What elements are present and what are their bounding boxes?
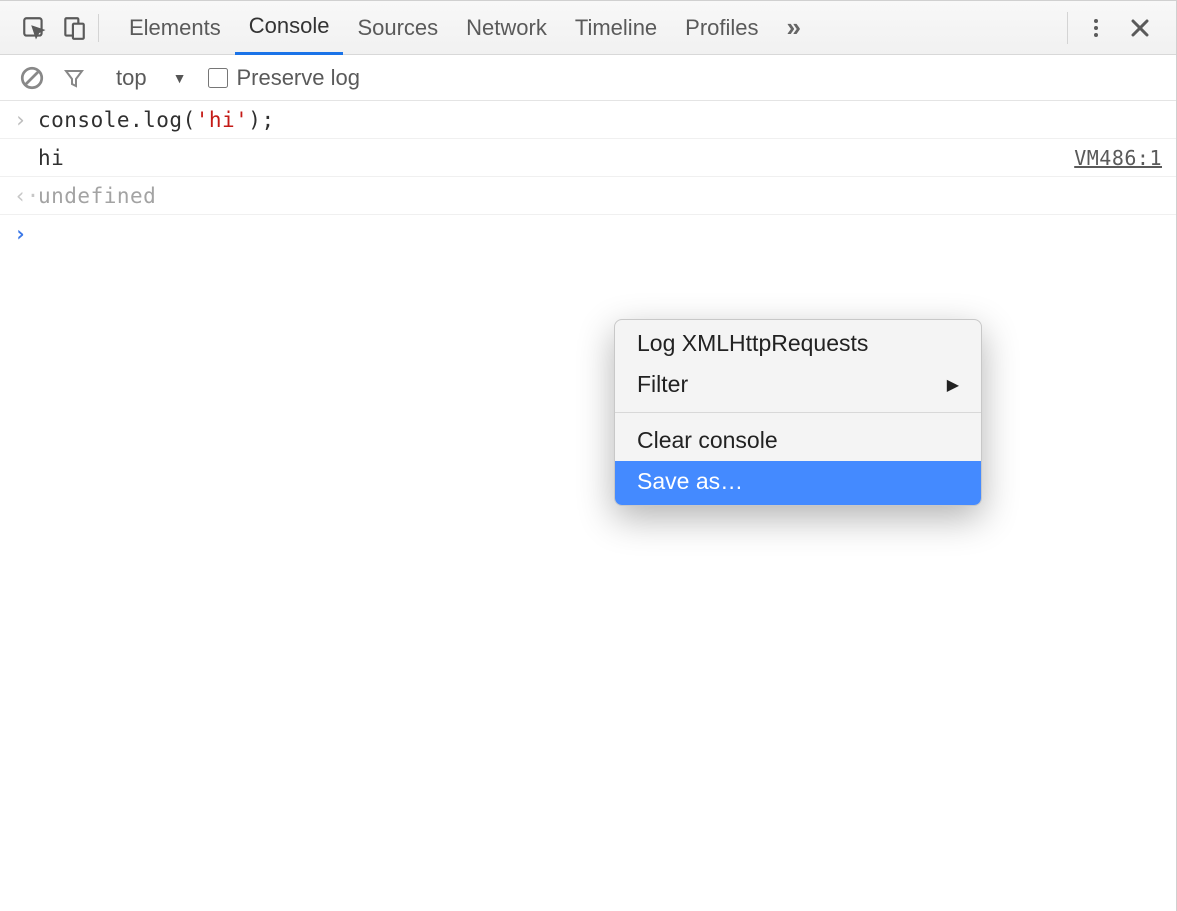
tabs-overflow-icon[interactable]: »	[787, 12, 801, 43]
result-marker-icon: ‹·	[14, 184, 38, 208]
ctx-item-label: Log XMLHttpRequests	[637, 330, 868, 357]
execution-context-value: top	[116, 65, 147, 91]
context-menu: Log XMLHttpRequests Filter ▶ Clear conso…	[614, 319, 982, 506]
tab-elements[interactable]: Elements	[115, 1, 235, 55]
clear-console-icon[interactable]	[14, 65, 50, 91]
divider	[1067, 12, 1068, 44]
console-toolbar: top ▼ Preserve log	[0, 55, 1176, 101]
result-value: undefined	[38, 184, 1162, 208]
kebab-icon[interactable]	[1074, 16, 1118, 40]
console-log-row: hi VM486:1	[0, 139, 1176, 177]
divider	[98, 14, 99, 42]
console-input-code: console.log('hi');	[38, 108, 1162, 132]
inspect-icon[interactable]	[14, 15, 54, 41]
console-input-row: › console.log('hi');	[0, 101, 1176, 139]
tab-profiles[interactable]: Profiles	[671, 1, 772, 55]
log-message: hi	[38, 146, 1074, 170]
ctx-item-label: Clear console	[637, 427, 778, 454]
tab-network[interactable]: Network	[452, 1, 561, 55]
tabbar-right	[1061, 12, 1162, 44]
ctx-separator	[615, 412, 981, 413]
preserve-log-checkbox[interactable]	[208, 68, 228, 88]
ctx-filter[interactable]: Filter ▶	[615, 364, 981, 408]
tabs: Elements Console Sources Network Timelin…	[115, 1, 773, 55]
ctx-item-label: Save as…	[637, 468, 743, 495]
tab-console[interactable]: Console	[235, 1, 344, 55]
ctx-save-as[interactable]: Save as…	[615, 461, 981, 505]
tab-sources[interactable]: Sources	[343, 1, 452, 55]
close-icon[interactable]	[1118, 16, 1162, 40]
submenu-arrow-icon: ▶	[947, 375, 959, 395]
devtools-tabbar: Elements Console Sources Network Timelin…	[0, 1, 1176, 55]
log-source-link[interactable]: VM486:1	[1074, 146, 1162, 170]
ctx-log-xhr[interactable]: Log XMLHttpRequests	[615, 320, 981, 364]
execution-context-select[interactable]: top ▼	[108, 65, 186, 91]
preserve-log-label: Preserve log	[236, 65, 360, 91]
console-output: › console.log('hi'); hi VM486:1 ‹· undef…	[0, 101, 1176, 253]
input-marker-icon: ›	[14, 108, 38, 132]
console-prompt-row[interactable]: ›	[0, 215, 1176, 253]
ctx-item-label: Filter	[637, 371, 688, 398]
console-result-row: ‹· undefined	[0, 177, 1176, 215]
chevron-down-icon: ▼	[173, 70, 187, 86]
tab-timeline[interactable]: Timeline	[561, 1, 671, 55]
filter-icon[interactable]	[56, 66, 92, 90]
ctx-clear-console[interactable]: Clear console	[615, 417, 981, 461]
device-icon[interactable]	[54, 15, 94, 41]
prompt-marker-icon: ›	[14, 222, 38, 246]
